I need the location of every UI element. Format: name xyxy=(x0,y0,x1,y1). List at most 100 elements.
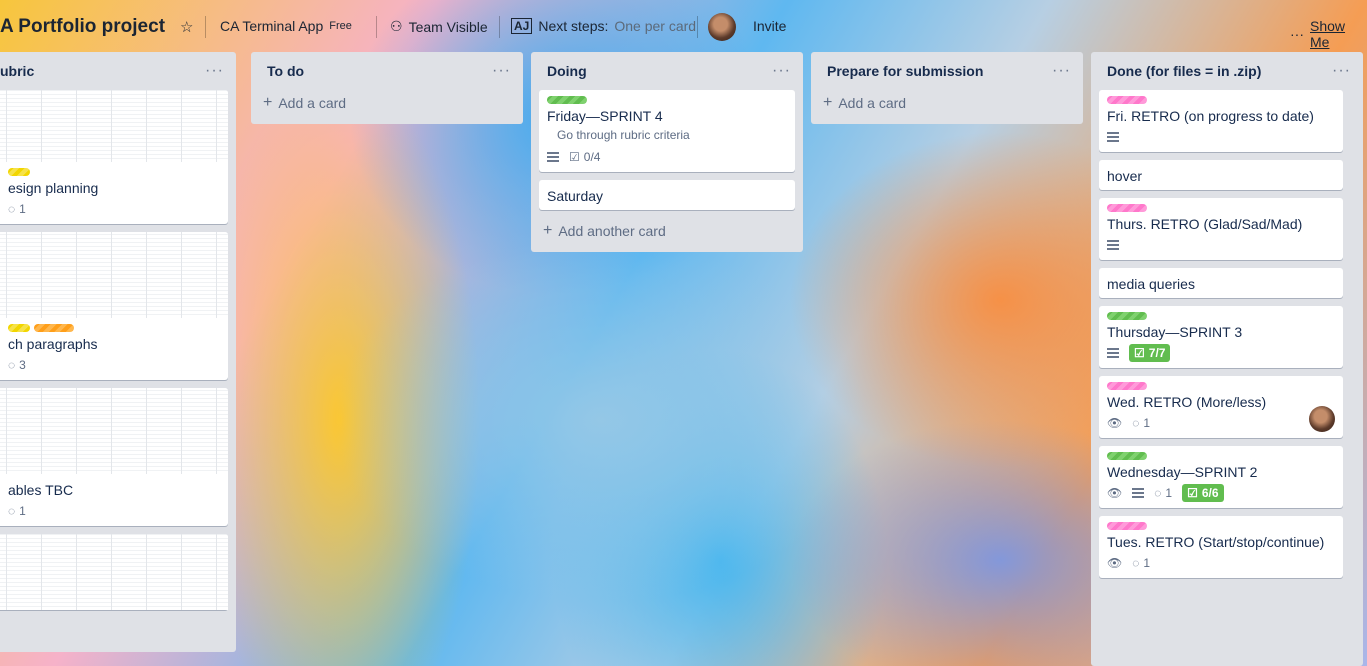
list-menu-icon[interactable]: ··· xyxy=(1332,62,1351,80)
description-icon xyxy=(1132,488,1145,498)
list-card[interactable]: hover xyxy=(1099,160,1343,190)
plus-icon: + xyxy=(543,222,553,239)
list-card[interactable]: Thurs. RETRO (Glad/Sad/Mad) xyxy=(1099,198,1343,260)
list-card[interactable]: Thursday—SPRINT 3 ☑ 7/7 xyxy=(1099,306,1343,368)
checklist-item: Go through rubric criteria xyxy=(557,128,690,142)
label-orange[interactable] xyxy=(34,324,74,332)
comment-count: 1 xyxy=(19,504,26,518)
divider xyxy=(499,16,500,38)
card-title: Tues. RETRO (Start/stop/continue) xyxy=(1107,534,1325,550)
list-card[interactable]: ch paragraphs ◌ 3 xyxy=(0,232,228,380)
card-badges: ◌ 3 xyxy=(8,354,220,376)
checklist-count: 0/4 xyxy=(583,150,601,164)
comment-badge: ◌ 1 xyxy=(1154,486,1172,500)
card-cover-image xyxy=(0,388,228,474)
card-badges: 👁 ◌ 1 ☑ 6/6 xyxy=(1107,482,1335,504)
watch-icon: 👁 xyxy=(1107,486,1123,500)
list-card[interactable]: Wed. RETRO (More/less) 👁 ◌ 1 xyxy=(1099,376,1343,438)
watch-icon: 👁 xyxy=(1107,556,1123,570)
card-badges: 👁 ◌ 1 xyxy=(1107,412,1335,434)
list-card[interactable]: ables TBC ◌ 1 xyxy=(0,388,228,526)
dots-icon: ··· xyxy=(1290,26,1304,42)
card-title: hover xyxy=(1107,168,1143,184)
checklist-count: 6/6 xyxy=(1201,486,1219,500)
checklist-badge: ☑ 6/6 xyxy=(1182,484,1224,502)
list-card[interactable]: media queries xyxy=(1099,268,1343,298)
list-prepare: Prepare for submission ··· + Add a card xyxy=(811,52,1083,124)
plan-badge: Free xyxy=(329,20,352,32)
list-menu-icon[interactable]: ··· xyxy=(205,62,224,80)
description-icon xyxy=(547,152,559,162)
comment-badge: ◌ 1 xyxy=(1132,416,1150,430)
workspace-button[interactable]: CA Terminal App Free xyxy=(220,18,352,34)
list-card[interactable]: Fri. RETRO (on progress to date) xyxy=(1099,90,1343,152)
list-card[interactable]: Friday—SPRINT 4 Go through rubric criter… xyxy=(539,90,795,172)
next-steps-button[interactable]: AJ Next steps: One per card xyxy=(511,18,696,34)
label-green[interactable] xyxy=(547,96,587,104)
label-pink[interactable] xyxy=(1107,204,1147,212)
list-header: ubric ··· xyxy=(0,52,228,90)
label-pink[interactable] xyxy=(1107,382,1147,390)
add-card-label: Add a card xyxy=(838,95,907,111)
star-button[interactable]: ☆ xyxy=(180,18,193,36)
next-steps-value: One per card xyxy=(614,18,697,34)
checklist-badge: ☑ 7/7 xyxy=(1129,344,1171,362)
show-menu-button[interactable]: ··· Show Me xyxy=(1290,18,1367,50)
list-doing: Doing ··· Friday—SPRINT 4 Go through rub… xyxy=(531,52,803,252)
card-cover-image xyxy=(0,534,228,610)
card-member-avatar[interactable] xyxy=(1309,406,1335,432)
list-card[interactable]: Saturday xyxy=(539,180,795,210)
label-yellow[interactable] xyxy=(8,168,30,176)
add-card-button[interactable]: + Add a card xyxy=(819,90,1075,116)
card-cover-image xyxy=(0,232,228,318)
list-rubric: ubric ··· esign planning ◌ 1 ch paragraph… xyxy=(0,52,236,652)
add-card-button[interactable]: + Add a card xyxy=(259,90,515,116)
label-pink[interactable] xyxy=(1107,96,1147,104)
list-menu-icon[interactable]: ··· xyxy=(492,62,511,80)
checklist-count: 7/7 xyxy=(1148,346,1166,360)
card-badges: ☑ 0/4 xyxy=(547,146,787,168)
divider xyxy=(376,16,377,38)
comment-icon: ◌ xyxy=(8,358,16,372)
add-card-button[interactable]: + Add another card xyxy=(539,218,795,244)
visibility-label: Team Visible xyxy=(408,18,488,35)
checklist-icon: ☑ xyxy=(569,150,580,164)
invite-button[interactable]: Invite xyxy=(753,18,786,34)
list-title[interactable]: To do xyxy=(267,63,304,79)
show-menu-label: Show Me xyxy=(1310,18,1346,50)
list-card[interactable]: Wednesday—SPRINT 2 👁 ◌ 1 ☑ 6/6 xyxy=(1099,446,1343,508)
visibility-button[interactable]: ⚇ Team Visible xyxy=(390,18,488,35)
add-card-label: Add a card xyxy=(278,95,347,111)
checklist-icon: ☑ xyxy=(1187,486,1198,500)
card-title: Friday—SPRINT 4 xyxy=(547,108,663,124)
plus-icon: + xyxy=(263,94,273,111)
list-title[interactable]: Done (for files = in .zip) xyxy=(1107,63,1261,79)
description-icon xyxy=(1107,132,1119,142)
list-title[interactable]: ubric xyxy=(0,63,34,79)
comment-badge: ◌ 1 xyxy=(1132,556,1150,570)
list-menu-icon[interactable]: ··· xyxy=(1052,62,1071,80)
plus-icon: + xyxy=(823,94,833,111)
list-card[interactable] xyxy=(0,534,228,610)
description-icon xyxy=(1107,348,1119,358)
board-title[interactable]: A Portfolio project xyxy=(0,16,165,38)
checklist-icon: ☑ xyxy=(1134,346,1145,360)
divider xyxy=(697,16,698,38)
list-card[interactable]: esign planning ◌ 1 xyxy=(0,90,228,224)
list-card[interactable]: Tues. RETRO (Start/stop/continue) 👁 ◌ 1 xyxy=(1099,516,1343,578)
comment-count: 1 xyxy=(1143,556,1151,570)
label-pink[interactable] xyxy=(1107,522,1147,530)
list-header: Done (for files = in .zip) ··· xyxy=(1099,52,1355,90)
label-green[interactable] xyxy=(1107,452,1147,460)
label-green[interactable] xyxy=(1107,312,1147,320)
list-title[interactable]: Doing xyxy=(547,63,587,79)
card-title: Fri. RETRO (on progress to date) xyxy=(1107,108,1314,124)
member-avatar[interactable] xyxy=(708,13,736,41)
card-title: Wed. RETRO (More/less) xyxy=(1107,394,1267,410)
label-yellow[interactable] xyxy=(8,324,30,332)
list-menu-icon[interactable]: ··· xyxy=(772,62,791,80)
list-title[interactable]: Prepare for submission xyxy=(827,63,983,79)
card-title: ch paragraphs xyxy=(8,336,98,352)
list-header: Doing ··· xyxy=(539,52,795,90)
card-title: media queries xyxy=(1107,276,1195,292)
